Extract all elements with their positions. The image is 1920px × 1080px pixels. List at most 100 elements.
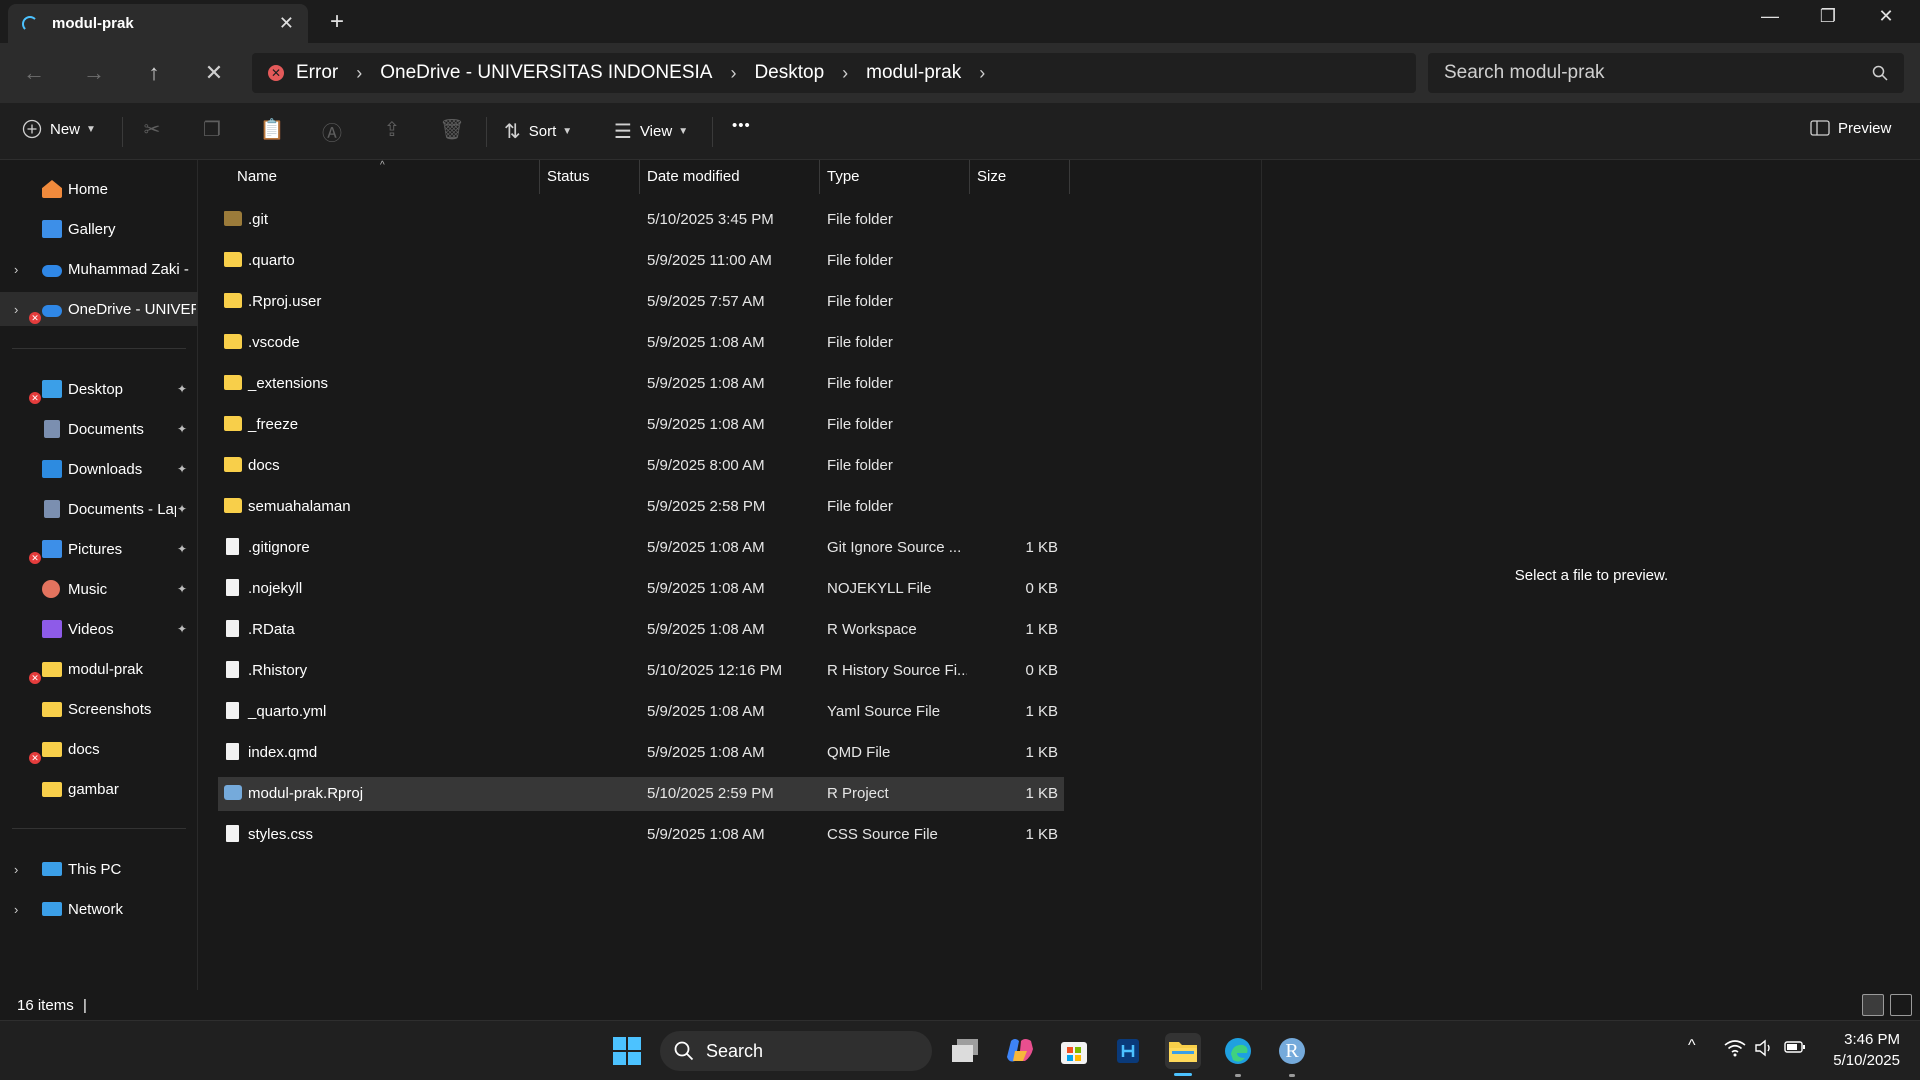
table-row[interactable]: index.qmd 5/9/2025 1:08 AM QMD File 1 KB <box>218 736 1064 770</box>
volume-icon[interactable] <box>1754 1039 1774 1062</box>
sidebar-item-screenshots[interactable]: Screenshots <box>0 692 198 726</box>
table-row[interactable]: .RData 5/9/2025 1:08 AM R Workspace 1 KB <box>218 613 1064 647</box>
preview-pane-button[interactable]: Preview <box>1810 119 1891 137</box>
breadcrumb-error[interactable]: Error <box>296 62 338 84</box>
tab-close-icon[interactable]: ✕ <box>279 13 294 34</box>
folder-icon <box>224 498 242 513</box>
table-row[interactable]: .gitignore 5/9/2025 1:08 AM Git Ignore Sou… <box>218 531 1064 565</box>
column-header-date-modified[interactable]: Date modified <box>647 168 740 185</box>
sidebar-item-documents-laptop[interactable]: Documents - Laptop ✦ <box>0 492 198 526</box>
chevron-right-icon[interactable]: › <box>14 862 18 877</box>
table-row[interactable]: styles.css 5/9/2025 1:08 AM CSS Source Fil… <box>218 818 1064 852</box>
sidebar-item-desktop[interactable]: ✕ Desktop ✦ <box>0 372 198 406</box>
column-divider[interactable] <box>639 160 640 194</box>
sort-ascending-icon: ^ <box>380 160 385 171</box>
sidebar-item-docs[interactable]: ✕ docs <box>0 732 198 766</box>
copilot-icon[interactable] <box>1002 1033 1038 1069</box>
folder-icon <box>224 211 242 226</box>
sidebar-item-network[interactable]: › Network <box>0 892 198 926</box>
chevron-right-icon[interactable]: › <box>842 63 848 84</box>
details-view-button[interactable] <box>1862 994 1884 1016</box>
column-divider[interactable] <box>969 160 970 194</box>
restore-button[interactable]: ❐ <box>1808 6 1848 27</box>
column-header-name[interactable]: Name <box>237 168 277 185</box>
file-explorer-icon[interactable] <box>1165 1033 1201 1069</box>
rename-icon[interactable]: Ⓐ <box>316 117 348 146</box>
home-icon <box>42 180 62 198</box>
delete-icon[interactable]: 🗑 <box>436 117 468 142</box>
share-icon[interactable]: ⇪ <box>376 117 408 142</box>
edge-icon[interactable] <box>1220 1033 1256 1069</box>
chevron-right-icon[interactable]: › <box>356 63 362 84</box>
sidebar-item-this-pc[interactable]: › This PC <box>0 852 198 886</box>
show-hidden-icons-chevron-icon[interactable]: ^ <box>1688 1037 1696 1055</box>
column-divider[interactable] <box>1069 160 1070 194</box>
table-row[interactable]: _freeze 5/9/2025 1:08 AM File folder <box>218 408 1064 442</box>
table-row[interactable]: _extensions 5/9/2025 1:08 AM File folder <box>218 367 1064 401</box>
stop-loading-button[interactable]: ✕ <box>196 57 232 89</box>
breadcrumb-onedrive[interactable]: OneDrive - UNIVERSITAS INDONESIA <box>380 62 712 84</box>
sidebar-item-label: This PC <box>68 860 122 878</box>
sidebar-item-pictures[interactable]: ✕ Pictures ✦ <box>0 532 198 566</box>
column-header-status[interactable]: Status <box>547 168 590 185</box>
taskbar-search-input[interactable]: Search <box>660 1031 932 1071</box>
sort-button[interactable]: ⇅ Sort ▼ <box>504 119 572 144</box>
table-row[interactable]: modul-prak.Rproj 5/10/2025 2:59 PM R Proje… <box>218 777 1064 811</box>
cut-icon[interactable]: ✂ <box>136 117 168 142</box>
breadcrumb[interactable]: ✕ Error › OneDrive - UNIVERSITAS INDONES… <box>252 53 1416 93</box>
table-row[interactable]: .git 5/10/2025 3:45 PM File folder <box>218 203 1064 237</box>
sidebar-item-onedrive-ui[interactable]: › ✕ OneDrive - UNIVERSITAS INDONESIA <box>0 292 198 326</box>
table-row[interactable]: _quarto.yml 5/9/2025 1:08 AM Yaml Source F… <box>218 695 1064 729</box>
sidebar-item-gambar[interactable]: gambar <box>0 772 198 806</box>
sidebar-item-downloads[interactable]: Downloads ✦ <box>0 452 198 486</box>
search-input[interactable]: Search modul-prak <box>1428 53 1904 93</box>
table-row[interactable]: docs 5/9/2025 8:00 AM File folder <box>218 449 1064 483</box>
chevron-right-icon[interactable]: › <box>14 262 18 277</box>
table-row[interactable]: .nojekyll 5/9/2025 1:08 AM NOJEKYLL File 0 … <box>218 572 1064 606</box>
view-button[interactable]: ☰ View ▼ <box>614 119 688 144</box>
chevron-right-icon[interactable]: › <box>979 63 985 84</box>
sidebar-item-documents[interactable]: Documents ✦ <box>0 412 198 446</box>
sidebar-item-gallery[interactable]: Gallery <box>0 212 198 246</box>
chevron-right-icon[interactable]: › <box>730 63 736 84</box>
chevron-right-icon[interactable]: › <box>14 902 18 917</box>
up-button[interactable]: ↑ <box>136 57 172 89</box>
tiles-view-button[interactable] <box>1890 994 1912 1016</box>
table-row[interactable]: .Rproj.user 5/9/2025 7:57 AM File folder <box>218 285 1064 319</box>
chevron-right-icon[interactable]: › <box>14 302 18 317</box>
forward-button[interactable]: → <box>76 57 112 89</box>
column-divider[interactable] <box>539 160 540 194</box>
copy-icon[interactable]: ❐ <box>196 117 228 142</box>
column-header-size[interactable]: Size <box>977 168 1006 185</box>
paste-icon[interactable]: 📋 <box>256 117 288 142</box>
more-options-button[interactable]: ••• <box>732 117 751 134</box>
table-row[interactable]: .vscode 5/9/2025 1:08 AM File folder <box>218 326 1064 360</box>
column-divider[interactable] <box>819 160 820 194</box>
sidebar-item-videos[interactable]: Videos ✦ <box>0 612 198 646</box>
table-row[interactable]: .Rhistory 5/10/2025 12:16 PM R History Sou… <box>218 654 1064 688</box>
back-button[interactable]: ← <box>16 57 52 89</box>
downloads-icon <box>42 460 62 478</box>
sidebar-item-music[interactable]: Music ✦ <box>0 572 198 606</box>
sidebar-item-home[interactable]: Home <box>0 172 198 206</box>
new-tab-button[interactable]: + <box>330 8 344 36</box>
new-button[interactable]: New ▼ <box>22 119 96 139</box>
microsoft-store-icon[interactable] <box>1056 1033 1092 1069</box>
sidebar-item-modul-prak[interactable]: ✕ modul-prak <box>0 652 198 686</box>
sidebar-item-label: Home <box>68 180 109 198</box>
breadcrumb-desktop[interactable]: Desktop <box>754 62 824 84</box>
breadcrumb-modul-prak[interactable]: modul-prak <box>866 62 961 84</box>
table-row[interactable]: .quarto 5/9/2025 11:00 AM File folder <box>218 244 1064 278</box>
wifi-icon[interactable] <box>1724 1039 1746 1062</box>
minimize-button[interactable]: — <box>1750 6 1790 27</box>
start-windows-icon[interactable] <box>609 1033 645 1069</box>
column-header-type[interactable]: Type <box>827 168 860 185</box>
close-window-button[interactable]: ✕ <box>1866 6 1906 27</box>
task-view-icon[interactable] <box>947 1033 983 1069</box>
system-clock[interactable]: 3:46 PM 5/10/2025 <box>1800 1029 1900 1071</box>
tab-modul-prak[interactable]: modul-prak ✕ <box>8 4 308 43</box>
table-row[interactable]: semuahalaman 5/9/2025 2:58 PM File folder <box>218 490 1064 524</box>
pin-icon: ✦ <box>177 422 188 436</box>
vscode-icon[interactable] <box>1110 1033 1146 1069</box>
sidebar-item-onedrive-personal[interactable]: › Muhammad Zaki - <box>0 252 198 286</box>
